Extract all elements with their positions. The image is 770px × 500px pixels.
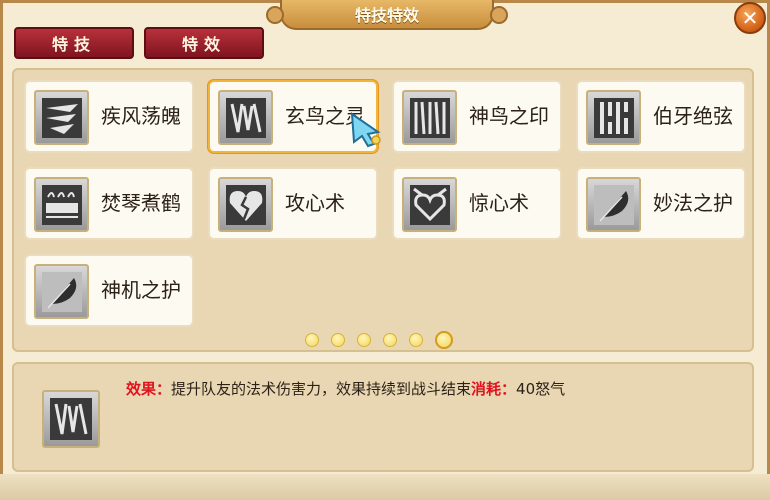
shocked-heart-icon: [402, 177, 457, 232]
bottom-border: [0, 474, 770, 500]
tab-label: 特技: [51, 35, 96, 54]
dark-bird-icon: [42, 390, 100, 448]
page-indicator: [305, 331, 453, 349]
effect-label: 效果：: [126, 380, 172, 398]
page-dot-3[interactable]: [357, 333, 371, 347]
divine-bird-seal-icon: [402, 90, 457, 145]
skill-name: 伯牙绝弦: [653, 104, 733, 128]
skill-cell-burn-zither[interactable]: 焚琴煮鹤: [24, 167, 194, 240]
burning-zither-icon: [34, 177, 89, 232]
tab-skills[interactable]: 特技: [14, 27, 134, 59]
effect-text: 提升队友的法术伤害力，效果持续到战斗结束: [171, 380, 472, 398]
skill-grid-panel: 疾风荡魄 玄鸟之灵 神鸟之印 伯牙绝弦 焚琴煮鹤 攻心术 惊心术 妙法之护 神机…: [12, 68, 754, 352]
broken-heart-icon: [218, 177, 273, 232]
page-dot-1[interactable]: [305, 333, 319, 347]
skill-description-panel: 效果：提升队友的法术伤害力，效果持续到战斗结束消耗：40怒气: [12, 362, 754, 472]
page-dot-6-active[interactable]: [435, 331, 453, 349]
cost-label: 消耗：: [471, 380, 517, 398]
wind-slash-icon: [34, 90, 89, 145]
skill-cell-broken-strings[interactable]: 伯牙绝弦: [576, 80, 746, 153]
skill-cell-dark-bird[interactable]: 玄鸟之灵: [208, 80, 381, 153]
broken-strings-icon: [586, 90, 641, 145]
skill-name: 神机之护: [101, 278, 181, 302]
cursor-pointer-icon: [350, 111, 381, 148]
cost-value: 40怒气: [516, 380, 566, 398]
skill-cell-divine-seal[interactable]: 神鸟之印: [392, 80, 562, 153]
dark-bird-icon: [218, 90, 273, 145]
page-dot-2[interactable]: [331, 333, 345, 347]
skill-cell-attack-heart[interactable]: 攻心术: [208, 167, 378, 240]
page-dot-4[interactable]: [383, 333, 397, 347]
skill-name: 攻心术: [285, 191, 345, 215]
skill-cell-wind-soul[interactable]: 疾风荡魄: [24, 80, 194, 153]
skill-cell-magic-guard[interactable]: 妙法之护: [576, 167, 746, 240]
skill-name: 疾风荡魄: [101, 104, 181, 128]
page-dot-5[interactable]: [409, 333, 423, 347]
skill-name: 神鸟之印: [469, 104, 549, 128]
window-title-text: 特技特效: [354, 6, 419, 25]
skill-name: 妙法之护: [653, 191, 733, 215]
skill-name: 惊心术: [469, 191, 529, 215]
skill-cell-shock-heart[interactable]: 惊心术: [392, 167, 562, 240]
close-button[interactable]: ✕: [734, 2, 766, 34]
tab-effects[interactable]: 特效: [144, 27, 264, 59]
effect-description: 效果：提升队友的法术伤害力，效果持续到战斗结束消耗：40怒气: [126, 378, 565, 399]
feather-icon: [586, 177, 641, 232]
feather-icon: [34, 264, 89, 319]
skill-cell-divine-guard[interactable]: 神机之护: [24, 254, 194, 327]
close-x-icon: ✕: [741, 6, 759, 30]
skill-name: 焚琴煮鹤: [101, 191, 181, 215]
window-title: 特技特效: [266, 0, 508, 30]
tab-label: 特效: [181, 35, 226, 54]
